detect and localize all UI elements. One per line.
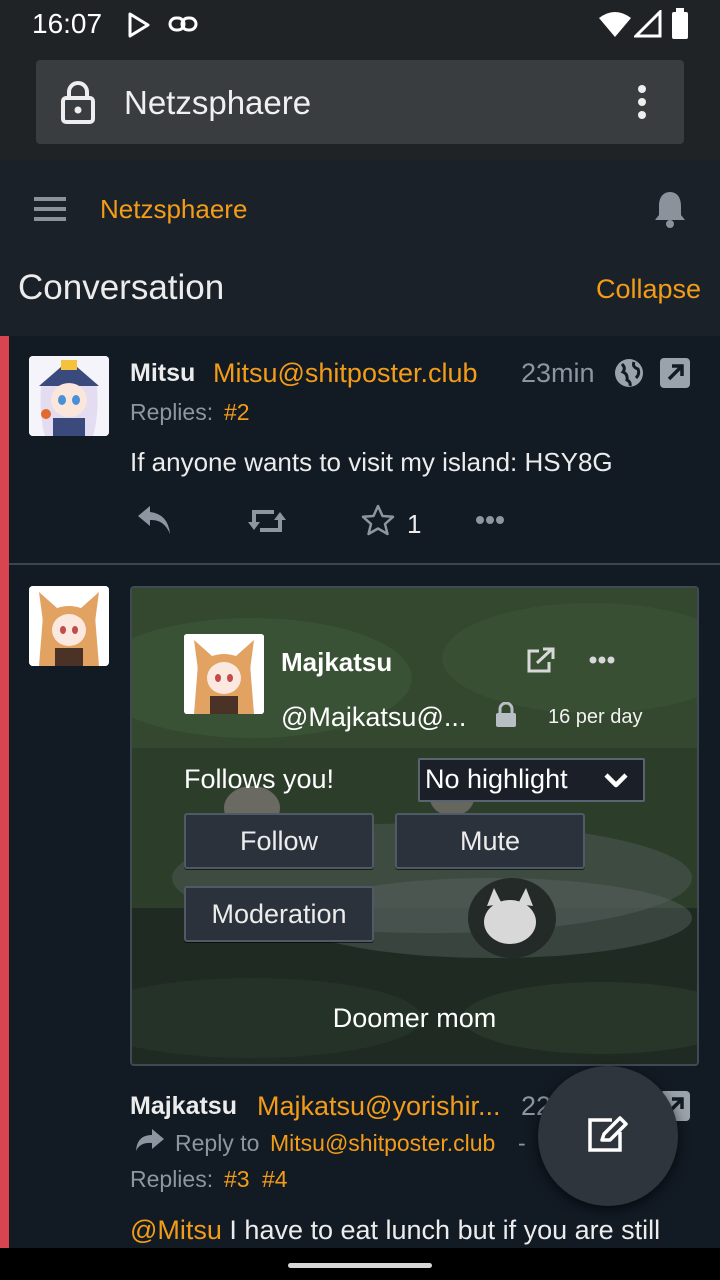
post-author-name[interactable]: Majkatsu [130,1092,237,1121]
user-card-name[interactable]: Majkatsu [281,647,392,678]
post-time[interactable]: 23min [521,358,595,389]
favorite-count: 1 [407,509,422,539]
reply-to-link[interactable]: Mitsu@shitposter.club [270,1130,495,1157]
notifications-bell-icon[interactable] [654,190,686,228]
post-author-handle[interactable]: Majkatsu@yorishir... [257,1091,500,1122]
browser-menu-icon[interactable] [630,84,654,120]
repeat-icon[interactable] [248,506,286,536]
user-card-more-icon[interactable] [589,656,615,664]
favorite-star-icon[interactable] [361,504,395,536]
user-card-avatar[interactable] [184,634,264,714]
mute-button[interactable]: Mute [395,813,585,869]
post-content-text: I have to eat lunch but if you are still [221,1215,661,1245]
link-icon [168,14,198,34]
post-author-handle[interactable]: Mitsu@shitposter.club [213,358,478,389]
open-profile-icon[interactable] [527,647,555,673]
reply-icon[interactable] [136,504,172,536]
cellular-icon [634,10,662,38]
moderation-button[interactable]: Moderation [184,886,374,942]
play-store-icon [126,11,152,39]
battery-icon [670,8,690,40]
avatar[interactable] [29,356,109,436]
status-time: 16:07 [32,8,103,39]
replies-label: Replies: [130,1166,214,1192]
thread-marker [0,564,9,1280]
post-content: If anyone wants to visit my island: HSY8… [130,447,613,477]
follows-you-label: Follows you! [184,764,335,794]
post-divider [9,563,720,565]
reply-link[interactable]: #2 [224,399,250,426]
user-card-handle: @Majkatsu@... [281,702,467,732]
reply-link[interactable]: #3 [224,1166,250,1193]
wifi-icon [598,10,632,38]
post-content: @Mitsu I have to eat lunch but if you ar… [130,1215,660,1246]
thread-marker [0,336,9,564]
conversation-title: Conversation [18,268,225,307]
replies-label: Replies: [130,399,214,425]
reply-to-label: Reply to [175,1130,260,1156]
hamburger-menu-icon[interactable] [34,195,66,223]
avatar[interactable] [29,586,109,666]
post-author-name[interactable]: Mitsu [130,359,195,388]
lock-icon [60,80,96,124]
user-card-bio: Doomer mom [332,1003,497,1033]
external-link-icon[interactable] [660,358,690,388]
collapse-link[interactable]: Collapse [596,274,701,305]
chevron-down-icon [603,772,629,790]
more-options-icon[interactable] [475,515,505,525]
app-title-link[interactable]: Netzsphaere [100,194,247,225]
user-card-post-rate: 16 per day [548,706,643,728]
highlight-select-value: No highlight [425,764,568,794]
reply-to-icon [134,1127,166,1153]
globe-icon [614,358,644,388]
follow-button[interactable]: Follow [184,813,374,869]
reply-link[interactable]: #4 [262,1166,288,1193]
url-bar-title: Netzsphaere [124,84,312,121]
reply-to-separator: - [518,1130,526,1156]
locked-account-icon [495,702,517,728]
home-gesture-handle[interactable] [288,1263,432,1268]
mention-link[interactable]: @Mitsu [130,1215,222,1245]
compose-pencil-icon [586,1114,630,1154]
